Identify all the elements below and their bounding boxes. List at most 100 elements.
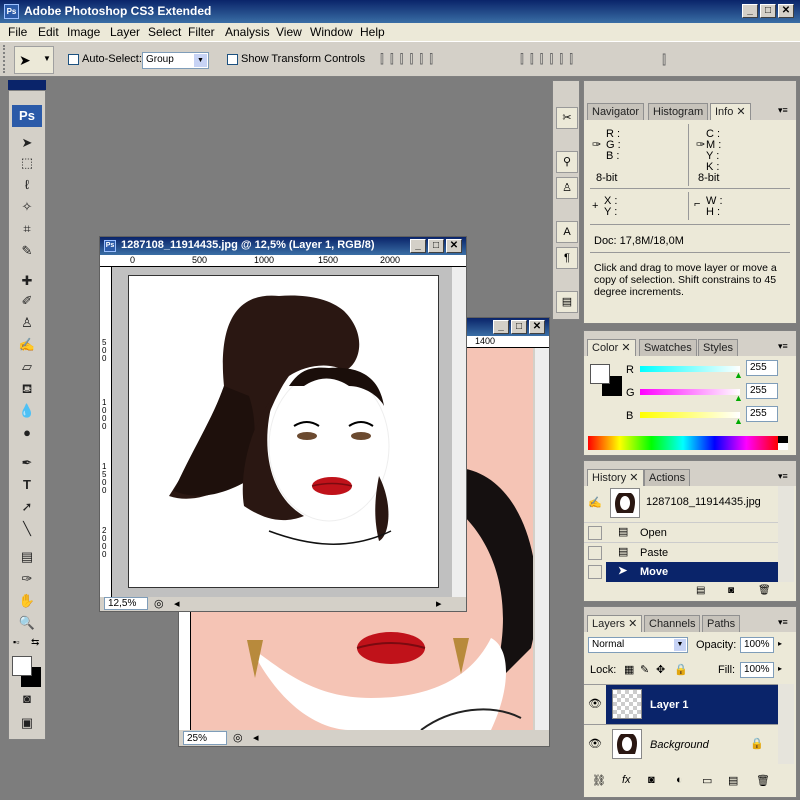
- screen-mode-icon[interactable]: ▣: [15, 713, 39, 733]
- panel-menu-icon[interactable]: ▾≡: [778, 105, 788, 116]
- tab-histogram[interactable]: Histogram: [648, 103, 709, 120]
- tool-presets-icon[interactable]: ✂: [556, 107, 578, 129]
- maximize-button[interactable]: □: [511, 320, 527, 334]
- tab-info[interactable]: Info ✕: [710, 103, 751, 120]
- paragraph-icon[interactable]: ¶: [556, 247, 578, 269]
- blend-mode-dropdown[interactable]: Normal ▼: [588, 637, 688, 653]
- minimize-button[interactable]: _: [493, 320, 509, 334]
- close-button[interactable]: ✕: [446, 239, 462, 253]
- history-brush-slot[interactable]: [588, 546, 602, 560]
- chevron-right-icon[interactable]: ▸: [778, 664, 782, 673]
- eraser-tool-icon[interactable]: ▱: [15, 357, 39, 377]
- panel-header[interactable]: [584, 81, 796, 101]
- close-button[interactable]: ✕: [778, 4, 794, 18]
- front-canvas[interactable]: [128, 275, 439, 588]
- tab-actions[interactable]: Actions: [644, 469, 691, 486]
- quick-mask-icon[interactable]: ◙: [15, 689, 39, 709]
- lasso-tool-icon[interactable]: ℓ: [15, 175, 39, 195]
- move-tool-icon[interactable]: ➤: [15, 133, 39, 153]
- layer-thumbnail[interactable]: [612, 729, 642, 759]
- new-document-icon[interactable]: ▤: [696, 585, 705, 596]
- lock-pixels-icon[interactable]: ✎: [640, 663, 649, 676]
- menu-window[interactable]: Window: [310, 25, 353, 39]
- snapshot-label[interactable]: 1287108_11914435.jpg: [646, 496, 761, 508]
- menu-file[interactable]: File: [8, 25, 27, 39]
- layer-style-icon[interactable]: fx: [622, 774, 631, 786]
- tab-layers[interactable]: Layers ✕: [587, 615, 643, 632]
- green-value-field[interactable]: 255: [746, 383, 778, 399]
- lock-all-icon[interactable]: 🔒: [674, 663, 688, 676]
- eye-icon[interactable]: 👁: [588, 737, 602, 750]
- tab-styles[interactable]: Styles: [698, 339, 738, 356]
- adjustment-layer-icon[interactable]: ◐: [676, 774, 683, 786]
- tab-navigator[interactable]: Navigator: [587, 103, 645, 120]
- notes-tool-icon[interactable]: ▤: [15, 547, 39, 567]
- new-snapshot-icon[interactable]: ◙: [728, 585, 734, 596]
- history-item-selected[interactable]: ➤ Move: [606, 562, 778, 582]
- tab-paths[interactable]: Paths: [702, 615, 741, 632]
- maximize-button[interactable]: □: [428, 239, 444, 253]
- opacity-field[interactable]: 100%: [740, 637, 774, 653]
- lock-transparency-icon[interactable]: ▦: [624, 663, 634, 676]
- red-slider[interactable]: [640, 366, 740, 372]
- menu-select[interactable]: Select: [148, 25, 181, 39]
- status-menu-icon[interactable]: ◎: [154, 597, 164, 610]
- front-canvas-area[interactable]: [112, 267, 452, 597]
- layer-thumbnail[interactable]: [612, 689, 642, 719]
- tab-swatches[interactable]: Swatches: [639, 339, 697, 356]
- tab-color[interactable]: Color ✕: [587, 339, 636, 356]
- color-spectrum-ramp[interactable]: [588, 436, 778, 450]
- blue-value-field[interactable]: 255: [746, 406, 778, 422]
- menu-help[interactable]: Help: [360, 25, 385, 39]
- front-document-window[interactable]: Ps 1287108_11914435.jpg @ 12,5% (Layer 1…: [99, 236, 467, 612]
- panel-menu-icon[interactable]: ▾≡: [778, 617, 788, 628]
- scroll-left-icon[interactable]: ◂: [174, 597, 180, 610]
- green-slider[interactable]: [640, 389, 740, 395]
- minimize-button[interactable]: _: [742, 4, 758, 18]
- front-doc-title-bar[interactable]: Ps 1287108_11914435.jpg @ 12,5% (Layer 1…: [100, 237, 466, 255]
- history-scrollbar[interactable]: [778, 486, 794, 582]
- dodge-tool-icon[interactable]: ●: [15, 423, 39, 443]
- swap-colors-icon[interactable]: ⇆: [31, 637, 39, 648]
- crop-tool-icon[interactable]: ⌗: [15, 219, 39, 239]
- panel-menu-icon[interactable]: ▾≡: [778, 471, 788, 482]
- panel-header[interactable]: [584, 461, 796, 467]
- panel-header[interactable]: [584, 331, 796, 337]
- auto-select-checkbox[interactable]: [68, 54, 79, 65]
- maximize-button[interactable]: □: [760, 4, 776, 18]
- history-brush-slot[interactable]: [588, 565, 602, 579]
- front-zoom-field[interactable]: 12,5%: [104, 597, 148, 610]
- brush-tool-icon[interactable]: ✐: [15, 291, 39, 311]
- trash-icon[interactable]: 🗑: [756, 774, 770, 787]
- status-menu-icon[interactable]: ◎: [233, 731, 243, 744]
- menu-edit[interactable]: Edit: [38, 25, 59, 39]
- new-layer-icon[interactable]: ▤: [728, 774, 738, 787]
- options-grip[interactable]: [3, 45, 9, 73]
- slider-thumb-icon[interactable]: ▲: [734, 416, 743, 426]
- slider-thumb-icon[interactable]: ▲: [734, 393, 743, 403]
- hand-tool-icon[interactable]: ✋: [15, 591, 39, 611]
- layer-name[interactable]: Background: [650, 739, 709, 751]
- photoshop-logo-icon[interactable]: Ps: [12, 105, 42, 127]
- menu-analysis[interactable]: Analysis: [225, 25, 270, 39]
- slice-tool-icon[interactable]: ✎: [15, 241, 39, 261]
- back-zoom-field[interactable]: 25%: [183, 731, 227, 745]
- blue-slider[interactable]: [640, 412, 740, 418]
- foreground-color-swatch[interactable]: [590, 364, 610, 384]
- minimize-button[interactable]: _: [410, 239, 426, 253]
- history-brush-source-icon[interactable]: ✍: [588, 496, 602, 509]
- panel-menu-icon[interactable]: ▾≡: [778, 341, 788, 352]
- path-selection-icon[interactable]: ➚: [15, 497, 39, 517]
- history-item[interactable]: ▤ Open: [584, 522, 778, 542]
- new-group-icon[interactable]: ▭: [702, 774, 712, 787]
- eyedropper-icon[interactable]: ✑: [15, 569, 39, 589]
- tab-channels[interactable]: Channels: [644, 615, 701, 632]
- pen-tool-icon[interactable]: ✒: [15, 453, 39, 473]
- history-brush-slot[interactable]: [588, 526, 602, 540]
- layer-mask-icon[interactable]: ◙: [648, 774, 655, 786]
- marquee-tool-icon[interactable]: ⬚: [15, 153, 39, 173]
- menu-filter[interactable]: Filter: [188, 25, 215, 39]
- menu-view[interactable]: View: [276, 25, 302, 39]
- red-value-field[interactable]: 255: [746, 360, 778, 376]
- chevron-right-icon[interactable]: ▸: [778, 639, 782, 648]
